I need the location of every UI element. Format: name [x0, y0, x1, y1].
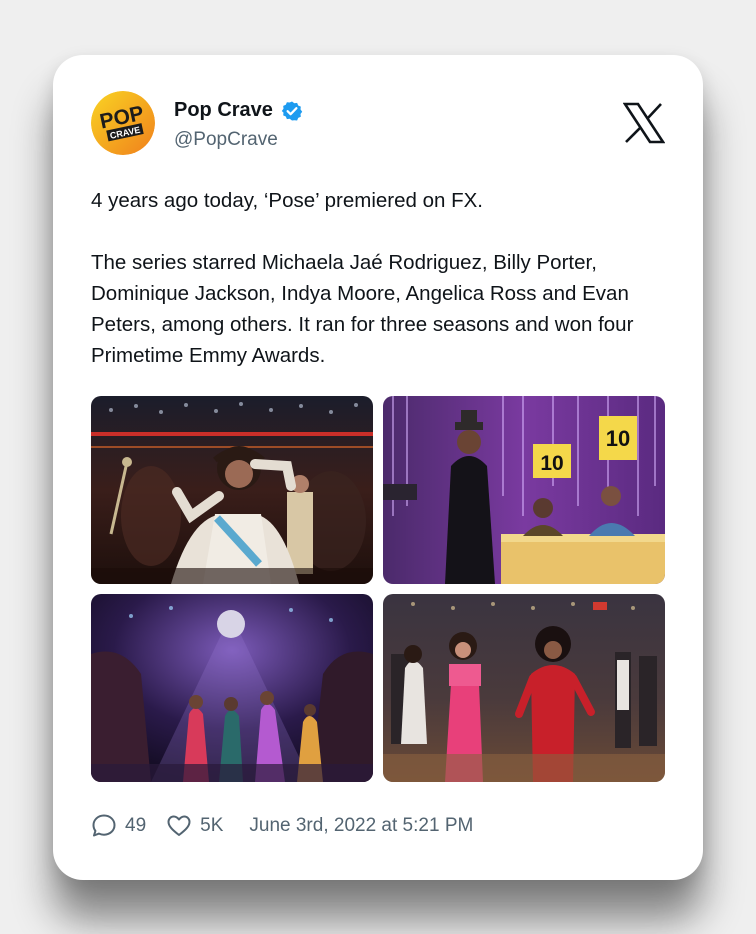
reply-stat[interactable]: 49	[91, 813, 146, 839]
tweet-paragraph-2: The series starred Michaela Jaé Rodrigue…	[91, 251, 634, 367]
heart-icon	[167, 815, 191, 836]
tweet-footer: 49 5K June 3rd, 2022 at 5:21 PM	[91, 813, 473, 839]
tweet-timestamp[interactable]: June 3rd, 2022 at 5:21 PM	[249, 815, 473, 837]
reply-icon	[92, 814, 116, 837]
like-stat[interactable]: 5K	[166, 813, 223, 839]
tweet-paragraph-1: 4 years ago today, ‘Pose’ premiered on F…	[91, 189, 483, 212]
tweet-text: 4 years ago today, ‘Pose’ premiered on F…	[91, 185, 666, 371]
author-handle[interactable]: @PopCrave	[174, 129, 278, 151]
media-grid: 10 10	[91, 396, 665, 782]
tweet-card: POP CRAVE Pop Crave @PopCrave 4 years ag…	[53, 55, 703, 880]
tweet-photo-2[interactable]: 10 10	[383, 396, 665, 584]
like-count: 5K	[200, 815, 224, 836]
tweet-photo-3[interactable]	[91, 594, 373, 782]
author-name-row: Pop Crave	[174, 99, 303, 122]
author-name[interactable]: Pop Crave	[174, 99, 273, 122]
score-paddle-left: 10	[540, 452, 563, 475]
avatar[interactable]: POP CRAVE	[91, 91, 155, 155]
x-logo-icon[interactable]	[623, 102, 665, 144]
tweet-photo-4[interactable]	[383, 594, 665, 782]
score-paddle-right: 10	[606, 426, 630, 451]
reply-count: 49	[125, 815, 147, 836]
verified-badge-icon	[281, 101, 303, 120]
tweet-photo-1[interactable]	[91, 396, 373, 584]
